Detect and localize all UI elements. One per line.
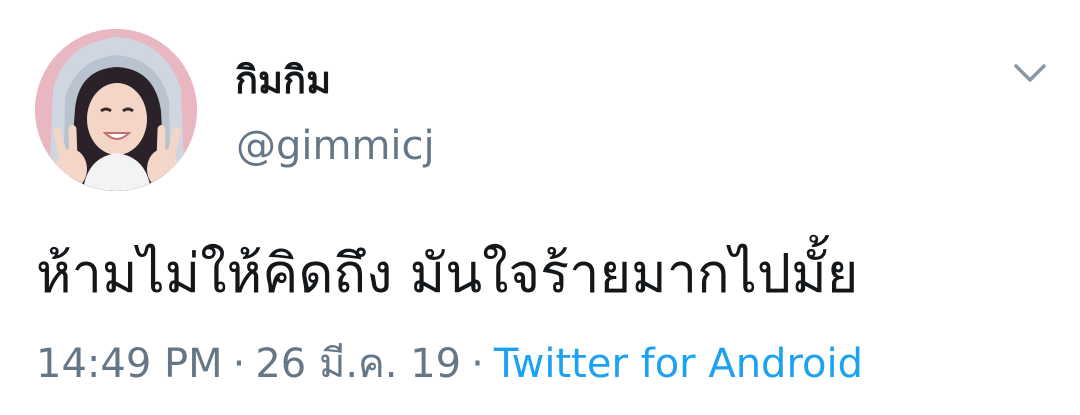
author-display-name[interactable]: กิมกิม [235,56,331,104]
tweet-date[interactable]: 26 มี.ค. 19 [255,341,461,387]
tweet-menu-button[interactable] [1008,58,1052,88]
chevron-down-icon [1014,64,1046,82]
author-handle[interactable]: @gimmicj [236,122,435,170]
tweet-time[interactable]: 14:49 PM [36,341,223,387]
tweet-meta: 14:49 PM · 26 มี.ค. 19 · Twitter for Android [36,338,863,390]
avatar-photo-image [35,29,197,191]
author-avatar[interactable] [35,29,197,191]
meta-separator: · [471,341,484,387]
tweet-source-link[interactable]: Twitter for Android [494,341,863,387]
meta-separator: · [232,341,246,387]
tweet-text: ห้ามไม่ให้คิดถึง มันใจร้ายมากไปมั้ย [36,242,859,305]
